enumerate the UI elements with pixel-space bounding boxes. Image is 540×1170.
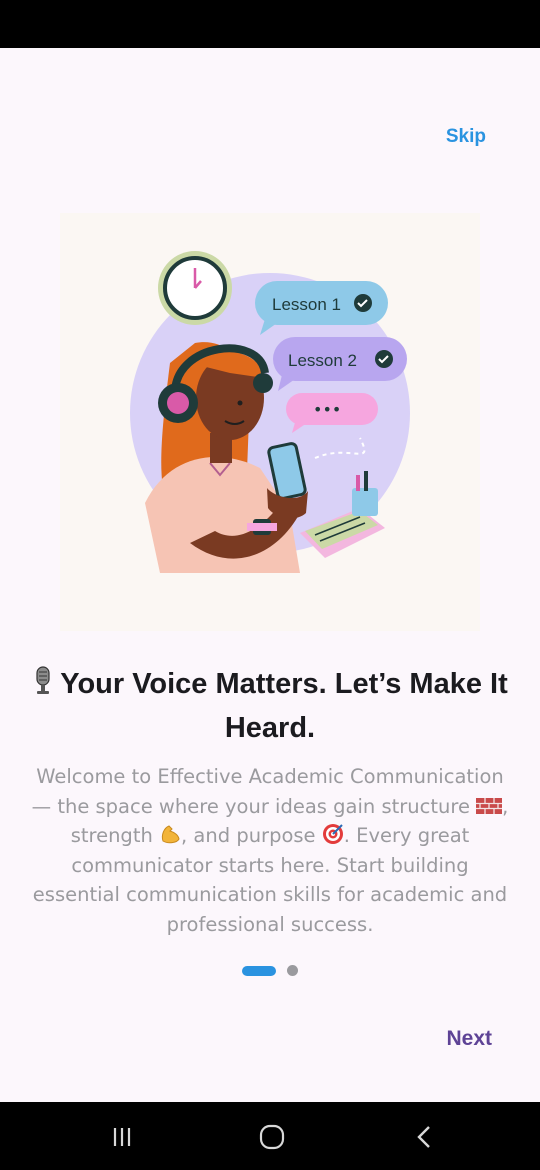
home-icon[interactable] bbox=[256, 1122, 288, 1152]
page-indicator bbox=[242, 965, 298, 976]
clock-icon bbox=[158, 251, 232, 325]
microphone-icon bbox=[36, 666, 50, 694]
page-indicator-dot-active bbox=[242, 965, 276, 976]
next-button[interactable]: Next bbox=[446, 1027, 492, 1051]
flexed-biceps-icon bbox=[161, 825, 180, 844]
back-icon[interactable] bbox=[408, 1122, 440, 1152]
skip-button[interactable]: Skip bbox=[446, 126, 486, 148]
lesson-1-label: Lesson 1 bbox=[272, 295, 341, 314]
title-text: Your Voice Matters. Let’s Make It Heard. bbox=[60, 668, 508, 744]
description: Welcome to Effective Academic Communicat… bbox=[30, 762, 510, 940]
description-text-1: Welcome to Effective Academic Communicat… bbox=[31, 765, 504, 818]
target-icon bbox=[322, 824, 343, 845]
lesson-2-label: Lesson 2 bbox=[288, 351, 357, 370]
typing-dots: ••• bbox=[313, 400, 341, 419]
recent-apps-icon[interactable] bbox=[106, 1122, 138, 1152]
brick-icon bbox=[476, 797, 503, 814]
system-navigation-bar bbox=[0, 1102, 540, 1170]
page-indicator-dot bbox=[287, 965, 298, 976]
status-bar bbox=[0, 0, 540, 48]
description-text-3: , and purpose bbox=[181, 824, 322, 848]
page-title: Your Voice Matters. Let’s Make It Heard. bbox=[20, 662, 520, 750]
onboarding-illustration: Lesson 1 Lesson 2 ••• bbox=[60, 213, 480, 631]
